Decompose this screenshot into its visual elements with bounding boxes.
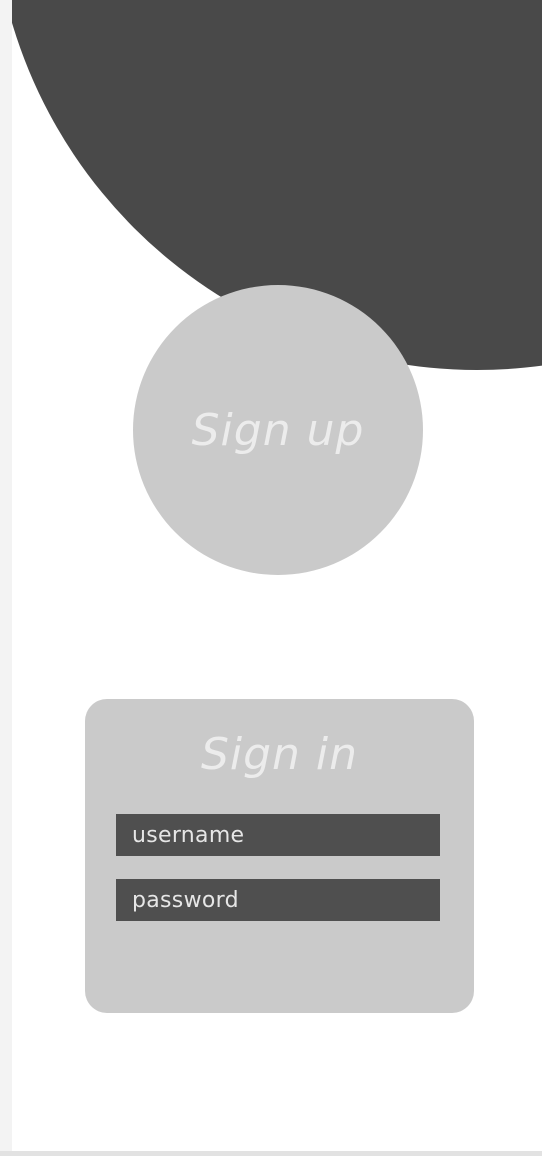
password-field[interactable]: password: [116, 879, 440, 921]
password-placeholder: password: [132, 887, 239, 913]
sign-up-button[interactable]: Sign up: [133, 285, 423, 575]
sign-in-title: Sign in: [200, 729, 359, 780]
app-screen: Sign up Sign in username password: [12, 0, 542, 1151]
screen-bottom-edge: [0, 1151, 542, 1156]
sign-in-card: Sign in username password: [85, 699, 474, 1013]
username-field[interactable]: username: [116, 814, 440, 856]
username-placeholder: username: [132, 822, 245, 848]
sign-up-label: Sign up: [191, 404, 365, 456]
